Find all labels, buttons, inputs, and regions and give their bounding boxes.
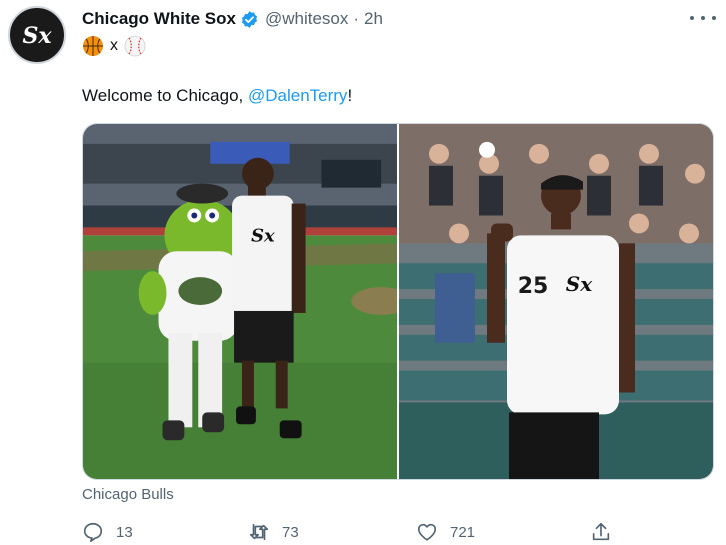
connector-text: x xyxy=(110,37,118,54)
tweet-header: Chicago White Sox @whitesox · 2h xyxy=(82,8,383,30)
like-count: 721 xyxy=(450,523,476,541)
retweet-count: 73 xyxy=(282,523,299,541)
retweet-button[interactable]: 73 xyxy=(248,518,299,545)
svg-text:Sx: Sx xyxy=(566,272,593,296)
timestamp[interactable]: 2h xyxy=(364,9,383,29)
display-name[interactable]: Chicago White Sox xyxy=(82,9,236,29)
separator-dot: · xyxy=(353,9,360,28)
retweet-icon xyxy=(249,523,269,541)
svg-text:Sx: Sx xyxy=(251,225,275,246)
share-icon xyxy=(592,522,610,541)
white-sox-logo-icon: Sx xyxy=(22,23,52,49)
source-label[interactable]: Chicago Bulls xyxy=(82,486,174,503)
avatar[interactable]: Sx xyxy=(8,6,66,64)
baseball-icon xyxy=(124,35,146,57)
reply-icon xyxy=(83,522,103,542)
tweet-text-after: ! xyxy=(347,86,353,105)
tweet-text-before: Welcome to Chicago, xyxy=(82,86,248,105)
media-grid: Sx 25 Sx xyxy=(82,123,714,480)
heart-icon xyxy=(417,523,437,541)
tweet-text: Welcome to Chicago, @DalenTerry! xyxy=(82,86,352,106)
like-button[interactable]: 721 xyxy=(416,518,475,545)
mention-link[interactable]: @DalenTerry xyxy=(248,86,347,105)
share-button[interactable] xyxy=(590,518,612,545)
player-tossing-ball-photo[interactable]: 25 Sx xyxy=(399,124,713,479)
reply-button[interactable]: 13 xyxy=(82,518,133,545)
jersey-number-text: 25 xyxy=(518,274,549,299)
handle[interactable]: @whitesox xyxy=(265,9,348,29)
player-with-mascot-photo[interactable]: Sx xyxy=(83,124,399,479)
more-options-icon[interactable] xyxy=(690,8,716,28)
basketball-icon xyxy=(82,35,104,57)
reply-count: 13 xyxy=(116,523,133,541)
tweet-actions: 13 73 721 xyxy=(82,518,714,545)
svg-text:Sx: Sx xyxy=(22,23,52,49)
verified-badge-icon xyxy=(240,10,259,29)
tweet-card[interactable]: Sx Chicago White Sox @whitesox · 2h x We… xyxy=(0,0,726,545)
bio-emoji-line: x xyxy=(82,34,146,58)
